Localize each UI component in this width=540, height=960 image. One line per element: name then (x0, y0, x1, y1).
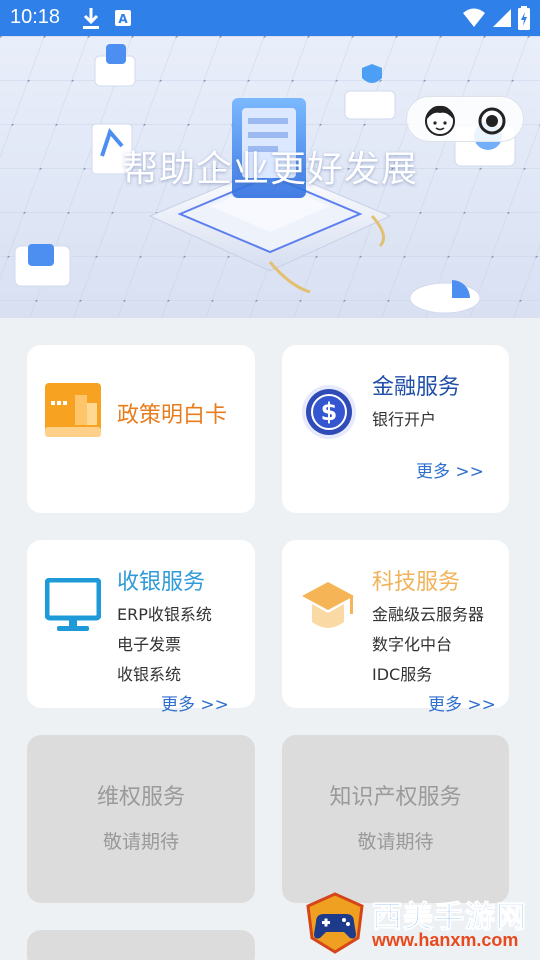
finance-service-card[interactable]: $ 金融服务 银行开户 更多 >> (282, 345, 509, 513)
graduation-cap-icon (300, 578, 356, 638)
finance-service-item[interactable]: 银行开户 (372, 406, 436, 430)
signal-icon (492, 8, 512, 32)
policy-card[interactable]: 政策明白卡 (27, 345, 255, 513)
rights-service-card: 维权服务 敬请期待 (27, 735, 255, 903)
cashier-item-invoice[interactable]: 电子发票 (117, 631, 181, 655)
cashier-service-title: 收银服务 (117, 570, 206, 595)
mini-program-capsule[interactable] (406, 96, 524, 142)
policy-card-icon (45, 383, 101, 443)
cashier-item-pos[interactable]: 收银系统 (117, 661, 181, 685)
svg-text:$: $ (321, 398, 338, 426)
ip-service-card: 知识产权服务 敬请期待 (282, 735, 509, 903)
gamepad-logo-icon (302, 892, 368, 958)
avatar-icon[interactable] (423, 103, 457, 141)
next-card-partial (27, 930, 255, 960)
tech-item-idc[interactable]: IDC服务 (372, 661, 432, 685)
monitor-icon (44, 577, 102, 638)
status-time: 10:18 (10, 6, 61, 28)
ip-service-title: 知识产权服务 (329, 785, 462, 810)
rights-service-title: 维权服务 (96, 785, 185, 810)
tech-more-link[interactable]: 更多 >> (428, 690, 496, 715)
finance-service-title: 金融服务 (372, 375, 461, 400)
cashier-service-card[interactable]: 收银服务 ERP收银系统 电子发票 收银系统 更多 >> (27, 540, 255, 715)
finance-more-link[interactable]: 更多 >> (416, 457, 484, 482)
battery-icon (518, 6, 530, 34)
svg-text:A: A (118, 12, 128, 26)
ip-service-status: 敬请期待 (357, 831, 434, 853)
a-icon: A (114, 9, 132, 31)
watermark-url: www.hanxm.com (372, 930, 519, 950)
rights-service-status: 敬请期待 (102, 831, 179, 853)
wifi-icon (462, 8, 486, 32)
tech-service-card[interactable]: 科技服务 金融级云服务器 数字化中台 IDC服务 更多 >> (282, 540, 509, 715)
watermark: 西美手游网 www.hanxm.com (300, 890, 540, 960)
policy-card-title: 政策明白卡 (117, 403, 228, 428)
cashier-item-erp[interactable]: ERP收银系统 (117, 601, 212, 625)
download-icon (80, 6, 102, 34)
tech-item-cloud[interactable]: 金融级云服务器 (372, 601, 484, 625)
tech-service-title: 科技服务 (372, 570, 461, 595)
record-icon[interactable] (477, 106, 507, 140)
status-bar: 10:18 A (0, 0, 540, 36)
dollar-coin-icon: $ (300, 383, 358, 445)
tech-item-platform[interactable]: 数字化中台 (372, 631, 452, 655)
cashier-more-link[interactable]: 更多 >> (161, 690, 229, 715)
banner-title: 帮助企业更好发展 (121, 149, 418, 190)
hero-banner: 帮助企业更好发展 (0, 36, 540, 318)
